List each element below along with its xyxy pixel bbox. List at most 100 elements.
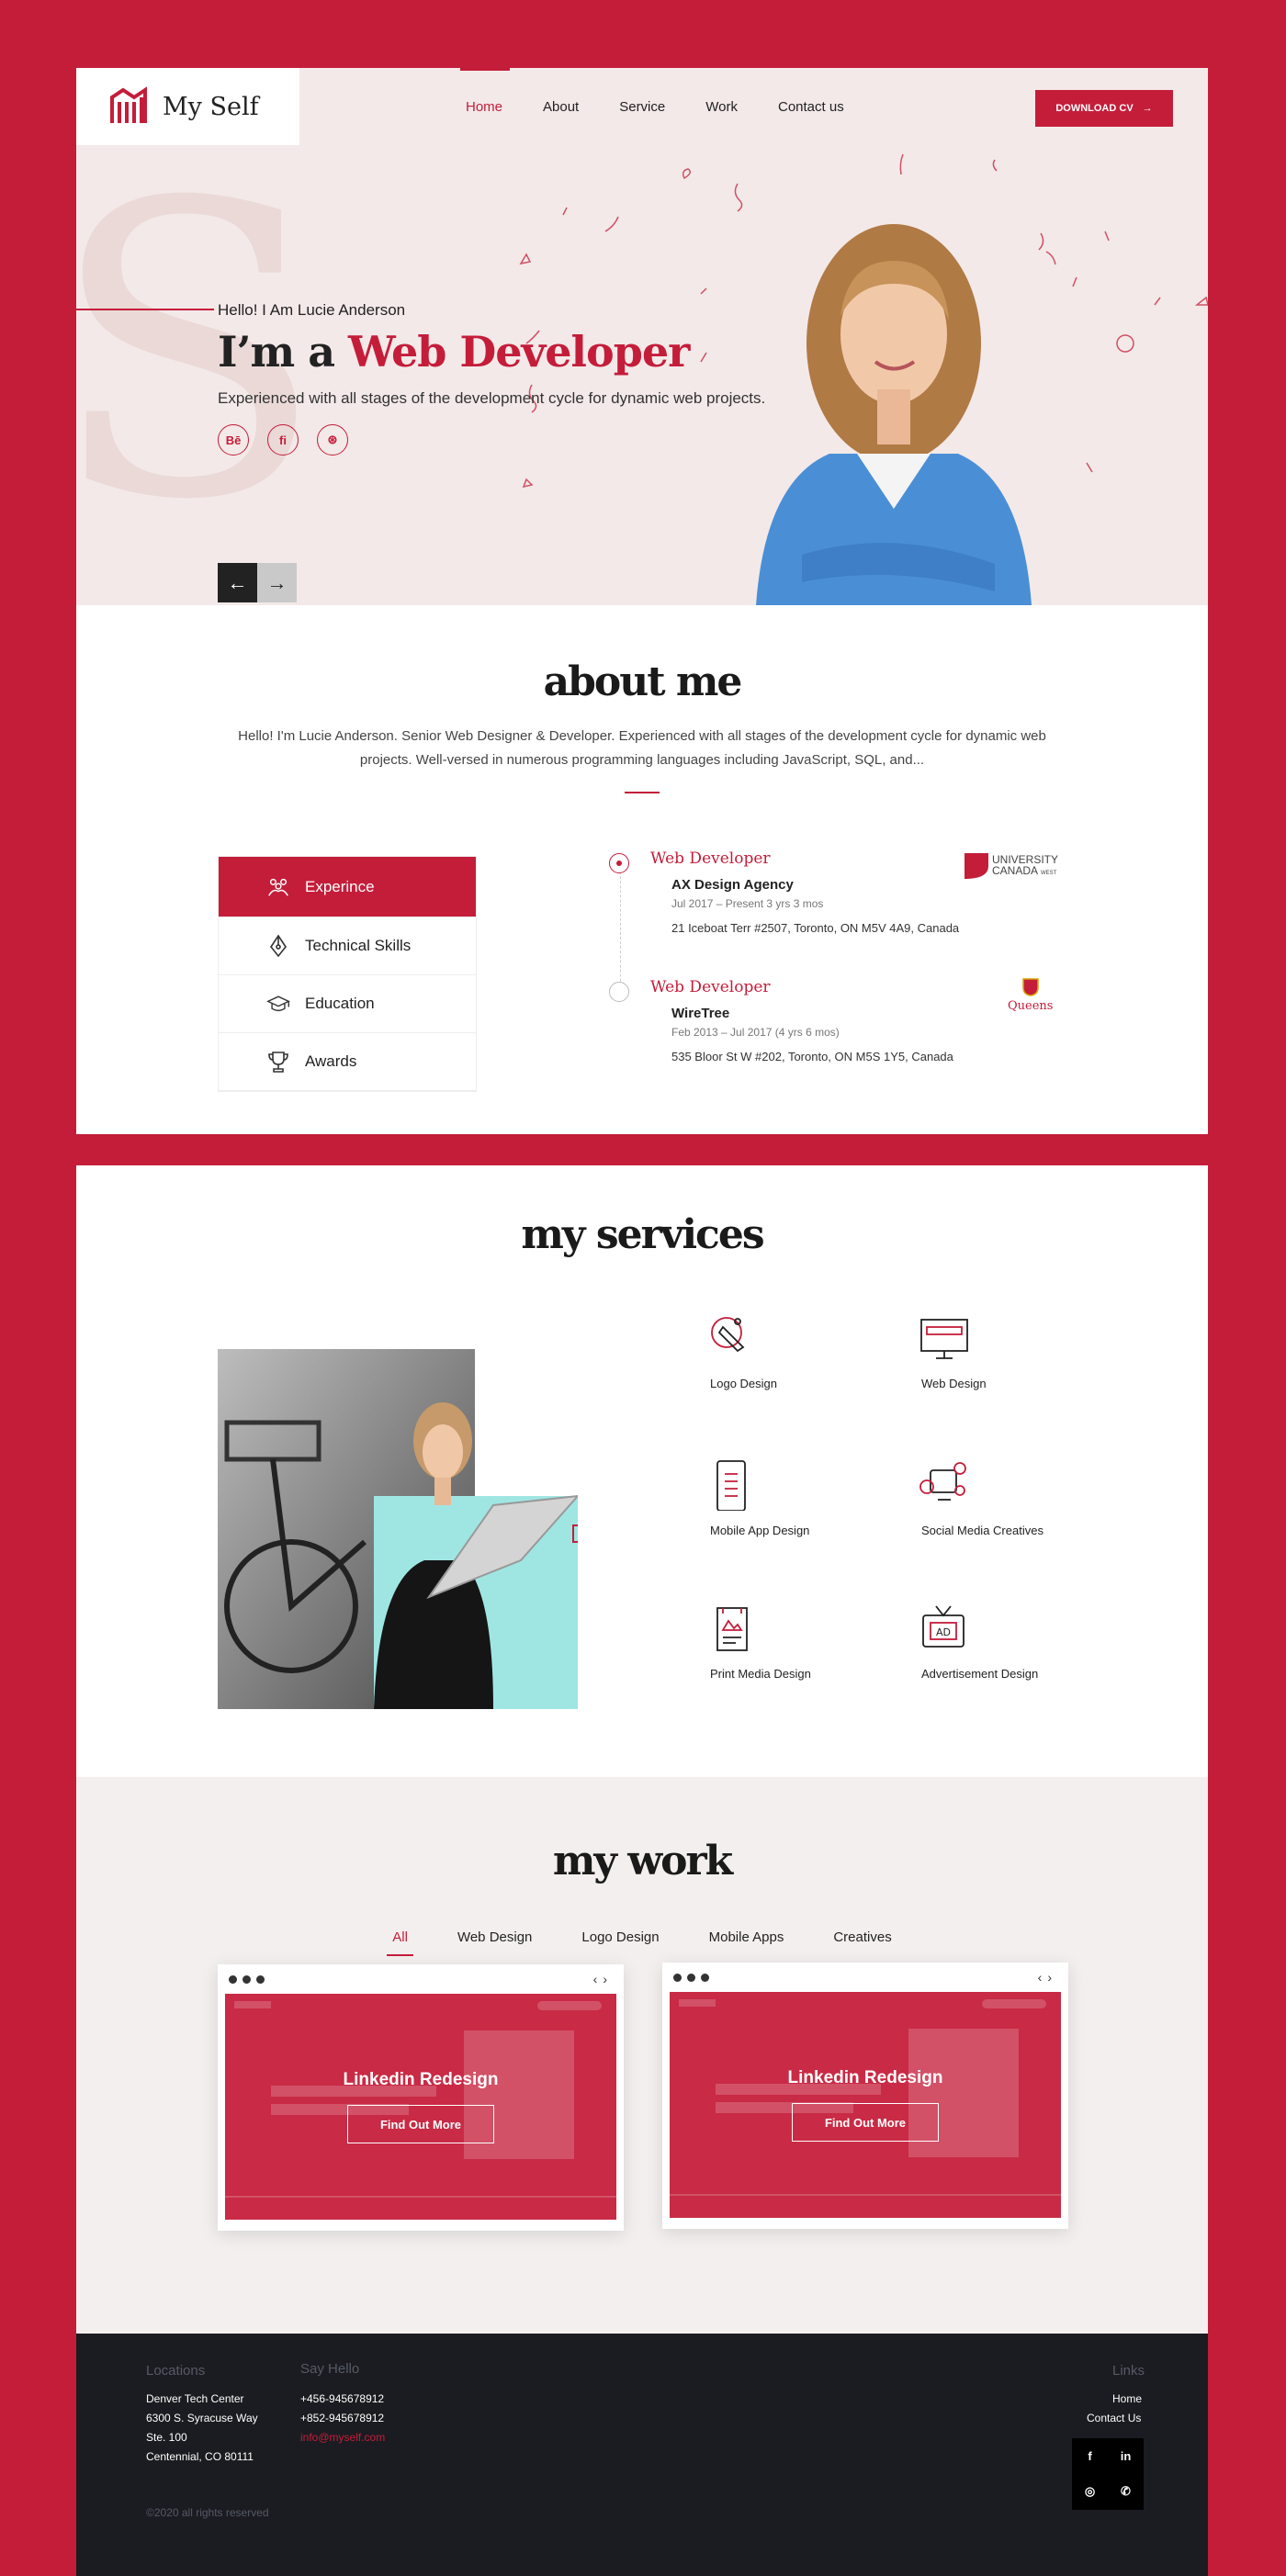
- timeline-address: 21 Iceboat Terr #2507, Toronto, ON M5V 4…: [671, 921, 960, 935]
- footer-location-line: Centennial, CO 80111: [146, 2450, 254, 2463]
- service-label: Web Design: [921, 1377, 987, 1390]
- timeline-dates: Feb 2013 – Jul 2017 (4 yrs 6 mos): [671, 1026, 840, 1039]
- work-card-title: Linkedin Redesign: [343, 2070, 499, 2089]
- queens-crest-icon: [1021, 978, 1039, 996]
- filter-logo-design[interactable]: Logo Design: [576, 1929, 664, 1956]
- work-title: my work: [552, 1838, 733, 1884]
- tab-awards[interactable]: Awards: [219, 1033, 476, 1091]
- filter-web-design[interactable]: Web Design: [452, 1929, 537, 1956]
- footer-link-home[interactable]: Home: [1112, 2392, 1142, 2405]
- footer-phone[interactable]: +456-945678912: [300, 2392, 384, 2405]
- footer-location-line: Denver Tech Center: [146, 2392, 244, 2405]
- site-logo[interactable]: My Self: [76, 68, 299, 145]
- service-advertisement-design[interactable]: AD Advertisement Design: [918, 1603, 1083, 1713]
- facebook-icon[interactable]: f: [1088, 2449, 1091, 2463]
- filter-creatives[interactable]: Creatives: [828, 1929, 897, 1956]
- footer-link-contact-us[interactable]: Contact Us: [1087, 2412, 1141, 2424]
- ucw-logo-line2: CANADA: [992, 863, 1039, 877]
- instagram-icon[interactable]: ◎: [1085, 2484, 1095, 2499]
- footer-phone[interactable]: +852-945678912: [300, 2412, 384, 2424]
- filter-mobile-apps[interactable]: Mobile Apps: [704, 1929, 790, 1956]
- tab-technical-skills-label: Technical Skills: [305, 937, 412, 954]
- ucw-mark-icon: [964, 853, 988, 879]
- find-out-more-button[interactable]: Find Out More: [792, 2103, 939, 2142]
- linkedin-icon[interactable]: in: [1121, 2449, 1132, 2463]
- hero-subtitle: Experienced with all stages of the devel…: [218, 389, 766, 407]
- print-poster-icon: [716, 1607, 748, 1651]
- services-section: my services Logo Design Web Design Mobil…: [76, 1165, 1208, 1777]
- download-cv-button[interactable]: DOWNLOAD CV →: [1035, 90, 1173, 127]
- nav-work[interactable]: Work: [705, 99, 738, 115]
- nav-home[interactable]: Home: [459, 68, 511, 115]
- footer-say-hello-heading: Say Hello: [300, 2361, 360, 2377]
- timeline-company: WireTree: [671, 1006, 730, 1021]
- footer-social-links: f in ◎ ✆: [1072, 2438, 1144, 2510]
- timeline-dot: [609, 853, 629, 873]
- logo-text: My Self: [163, 92, 259, 121]
- window-dot-icon: [243, 1974, 251, 1984]
- hero-section: S My Self Home About Service Work Contac…: [76, 68, 1208, 605]
- pen-nib-icon: [266, 934, 290, 958]
- browser-nav-arrows-icon: ‹›: [592, 1972, 613, 1986]
- about-title: about me: [543, 658, 743, 705]
- service-print-media-design[interactable]: Print Media Design: [706, 1603, 872, 1713]
- service-label: Print Media Design: [710, 1667, 811, 1681]
- footer-location-line: 6300 S. Syracuse Way: [146, 2412, 258, 2424]
- work-card-overlay: Linkedin Redesign Find Out More: [225, 1994, 616, 2220]
- pen-tool-icon: [711, 1317, 745, 1353]
- logo-icon: [110, 86, 147, 123]
- tv-ad-icon: AD: [922, 1605, 964, 1648]
- dribbble-icon[interactable]: ⊛: [317, 424, 348, 456]
- nav-about[interactable]: About: [543, 99, 579, 115]
- whatsapp-icon[interactable]: ✆: [1121, 2484, 1131, 2499]
- footer: Locations Denver Tech Center 6300 S. Syr…: [76, 2334, 1208, 2576]
- tab-education[interactable]: Education: [219, 975, 476, 1033]
- ucw-logo-line3: WEST: [1041, 870, 1057, 876]
- window-dot-icon: [673, 1973, 682, 1982]
- service-label: Logo Design: [710, 1377, 777, 1390]
- tab-experience[interactable]: Experince: [219, 857, 476, 917]
- hero-portrait: [756, 224, 1032, 605]
- main-nav: Home About Service Work Contact us: [459, 68, 885, 115]
- service-label: Mobile App Design: [710, 1524, 810, 1537]
- services-photo: [218, 1349, 578, 1709]
- about-divider: [625, 792, 660, 793]
- fiverr-icon[interactable]: fi: [267, 424, 299, 456]
- service-web-design[interactable]: Web Design: [918, 1312, 1083, 1423]
- trophy-icon: [266, 1050, 290, 1074]
- queens-logo: Queens: [1008, 978, 1053, 1013]
- window-dot-icon: [229, 1974, 237, 1984]
- filter-all[interactable]: All: [387, 1929, 413, 1956]
- social-network-icon: [919, 1462, 966, 1501]
- service-label: Advertisement Design: [921, 1667, 1039, 1681]
- work-card[interactable]: ‹› Linkedin Redesign Find Out More: [218, 1964, 624, 2231]
- tab-education-label: Education: [305, 995, 375, 1012]
- arrow-right-icon[interactable]: →: [257, 563, 297, 602]
- about-section: about me Hello! I'm Lucie Anderson. Seni…: [76, 605, 1208, 1134]
- footer-email[interactable]: info@myself.com: [300, 2431, 385, 2444]
- hero-title-prefix: I’m a: [218, 327, 349, 377]
- behance-icon[interactable]: Bē: [218, 424, 249, 456]
- university-canada-west-logo: UNIVERSITY CANADA WEST: [964, 853, 1058, 879]
- arrow-left-icon[interactable]: ←: [218, 563, 257, 602]
- work-filters: All Web Design Logo Design Mobile Apps C…: [76, 1929, 1208, 1956]
- monitor-icon: [920, 1319, 968, 1359]
- download-cv-label: DOWNLOAD CV: [1055, 103, 1134, 114]
- hero-slider-controls: ← →: [218, 563, 297, 602]
- timeline-company: AX Design Agency: [671, 877, 794, 893]
- hero-title-accent: Web Developer: [348, 327, 690, 377]
- browser-bar: ‹›: [662, 1963, 1068, 1992]
- service-mobile-app-design[interactable]: Mobile App Design: [706, 1459, 872, 1569]
- nav-service[interactable]: Service: [619, 99, 665, 115]
- timeline-dates: Jul 2017 – Present 3 yrs 3 mos: [671, 897, 824, 910]
- service-social-media-creatives[interactable]: Social Media Creatives: [918, 1459, 1083, 1569]
- tab-technical-skills[interactable]: Technical Skills: [219, 917, 476, 975]
- smartphone-icon: [716, 1460, 746, 1511]
- find-out-more-button[interactable]: Find Out More: [347, 2105, 494, 2143]
- footer-links-heading: Links: [1112, 2363, 1145, 2379]
- work-card[interactable]: ‹› Linkedin Redesign Find Out More: [662, 1963, 1068, 2229]
- team-icon: [266, 875, 290, 899]
- nav-contact-us[interactable]: Contact us: [778, 99, 844, 115]
- service-logo-design[interactable]: Logo Design: [706, 1312, 872, 1423]
- footer-location-line: Ste. 100: [146, 2431, 187, 2444]
